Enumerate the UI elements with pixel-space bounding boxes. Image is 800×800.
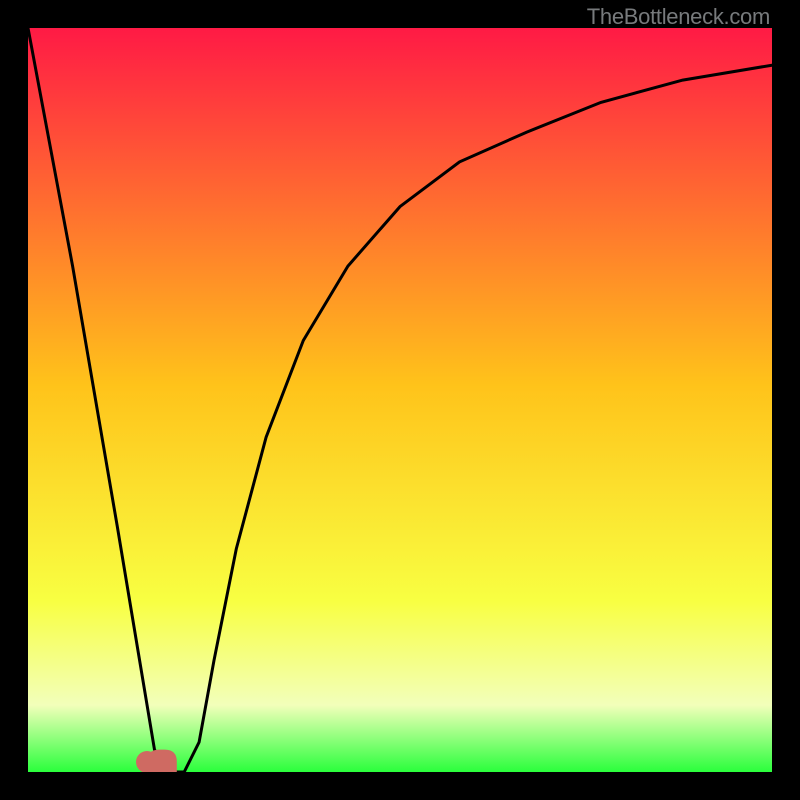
chart-plot-area (28, 28, 772, 772)
optimal-marker (136, 750, 177, 772)
optimal-dot (136, 751, 158, 772)
chart-svg (28, 28, 772, 772)
outer-frame: TheBottleneck.com (0, 0, 800, 800)
watermark-text: TheBottleneck.com (587, 4, 770, 30)
